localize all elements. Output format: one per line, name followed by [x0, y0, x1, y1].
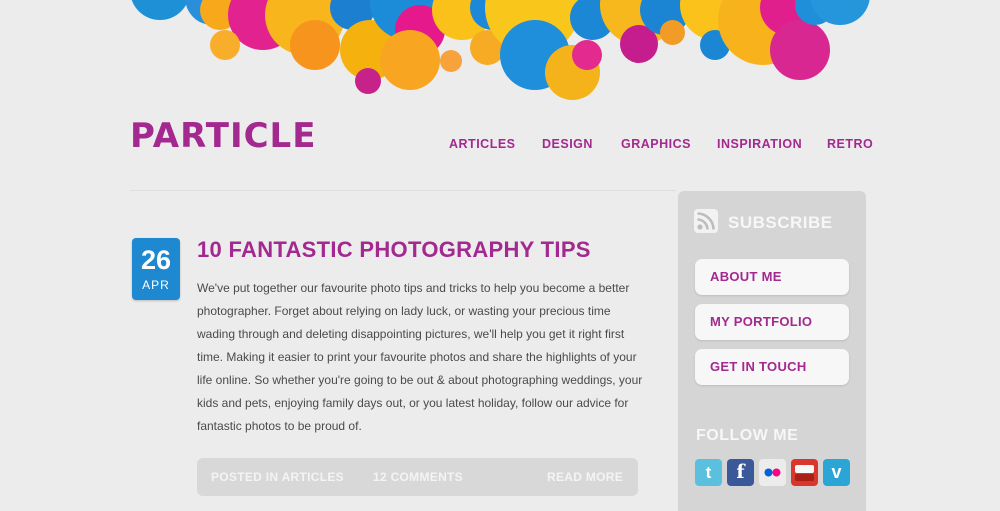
nav-item-articles[interactable]: ARTICLES — [449, 137, 516, 151]
follow-me-heading: FOLLOW ME — [696, 427, 799, 444]
subscribe-link[interactable]: SUBSCRIBE — [728, 213, 833, 233]
rss-icon[interactable] — [694, 209, 718, 233]
sidebar-item-my-portfolio[interactable]: MY PORTFOLIO — [695, 304, 849, 340]
twitter-icon[interactable]: t — [695, 459, 722, 486]
post-date-day: 26 — [140, 245, 172, 275]
flickr-icon[interactable] — [759, 459, 786, 486]
post-meta-bar: POSTED IN ARTICLES 12 COMMENTS READ MORE — [197, 458, 638, 496]
sidebar: SUBSCRIBE ABOUT ME MY PORTFOLIO GET IN T… — [678, 191, 866, 511]
sidebar-item-get-in-touch[interactable]: GET IN TOUCH — [695, 349, 849, 385]
header-divider — [130, 190, 676, 191]
youtube-icon[interactable] — [791, 459, 818, 486]
main-nav: ARTICLES DESIGN GRAPHICS INSPIRATION RET… — [0, 137, 1000, 157]
nav-item-design[interactable]: DESIGN — [542, 137, 593, 151]
read-more-link[interactable]: READ MORE — [547, 470, 623, 484]
vimeo-icon[interactable]: v — [823, 459, 850, 486]
post-date-badge: 26 APR — [132, 238, 180, 300]
facebook-icon[interactable]: f — [727, 459, 754, 486]
header-bubbles-graphic — [0, 0, 1000, 110]
post-date-month: APR — [142, 278, 170, 292]
post-comments-count[interactable]: 12 COMMENTS — [373, 470, 463, 484]
nav-item-graphics[interactable]: GRAPHICS — [621, 137, 691, 151]
post-body: We've put together our favourite photo t… — [197, 281, 643, 433]
sidebar-item-about-me[interactable]: ABOUT ME — [695, 259, 849, 295]
nav-item-retro[interactable]: RETRO — [827, 137, 873, 151]
nav-item-inspiration[interactable]: INSPIRATION — [717, 137, 802, 151]
post-title[interactable]: 10 FANTASTIC PHOTOGRAPHY TIPS — [197, 237, 591, 263]
post-category[interactable]: POSTED IN ARTICLES — [211, 470, 344, 484]
